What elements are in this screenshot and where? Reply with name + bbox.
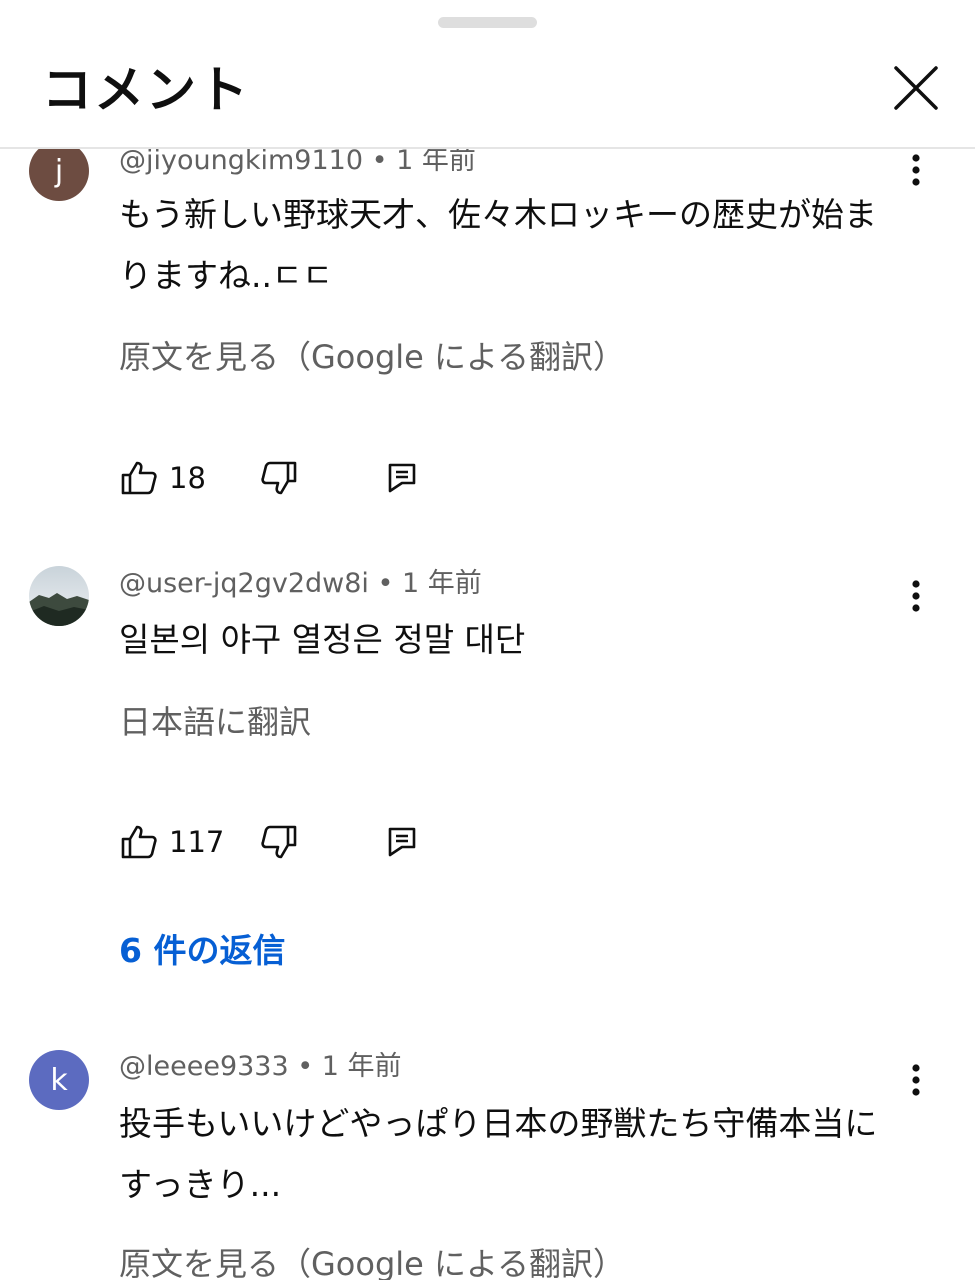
like-count: 117 [169,825,225,859]
comment-meta[interactable]: @leeee9333 • 1 年前 [119,1050,402,1084]
like-button[interactable] [119,822,159,862]
avatar[interactable]: j [29,141,89,201]
avatar-letter: j [54,153,64,189]
thumb-down-icon [261,825,297,859]
dislike-button[interactable] [259,822,299,862]
close-button[interactable] [884,56,948,120]
more-vert-icon [912,1064,920,1096]
dislike-button[interactable] [259,458,299,498]
header-divider [0,147,975,149]
page-title: コメント [42,61,250,119]
thumb-down-icon [261,461,297,495]
more-vert-icon [912,580,920,612]
comment-actions: 18 [119,458,439,498]
comments-sheet: コメント j @jiyoungkim9110 • 1 年前 もう新しい野球天才、… [0,0,975,1280]
thumb-up-icon [121,825,157,859]
see-original-link[interactable]: 原文を見る（Google による翻訳） [119,1244,625,1280]
more-vert-icon [912,154,920,186]
reply-button[interactable] [382,458,422,498]
comment-text: 일본의 야구 열정은 정말 대단 [119,620,526,659]
comment-text: もう新しい野球天才、佐々木ロッキーの歴史が始まりますね..ㄷㄷ [119,195,878,295]
drag-handle[interactable] [438,17,537,28]
sheet-header: コメント [0,0,975,148]
comment-reply-icon [388,463,416,493]
comment-meta[interactable]: @jiyoungkim9110 • 1 年前 [119,144,476,178]
reply-button[interactable] [382,822,422,862]
comment-actions: 117 [119,822,439,862]
avatar[interactable]: k [29,1050,89,1110]
translate-link[interactable]: 日本語に翻訳 [119,702,311,742]
comment-text: 投手もいいけどやっぱり日本の野獣たち守備本当にすっきり... [119,1104,878,1204]
close-icon [894,66,938,110]
avatar[interactable] [29,566,89,626]
comment-meta[interactable]: @user-jq2gv2dw8i • 1 年前 [119,567,482,601]
see-original-link[interactable]: 原文を見る（Google による翻訳） [119,337,625,377]
avatar-letter: k [50,1062,68,1098]
like-button[interactable] [119,458,159,498]
view-replies-button[interactable]: 6 件の返信 [119,931,285,971]
comment-reply-icon [388,827,416,857]
mountain-landscape-avatar [29,566,89,626]
like-count: 18 [169,461,206,495]
thumb-up-icon [121,461,157,495]
